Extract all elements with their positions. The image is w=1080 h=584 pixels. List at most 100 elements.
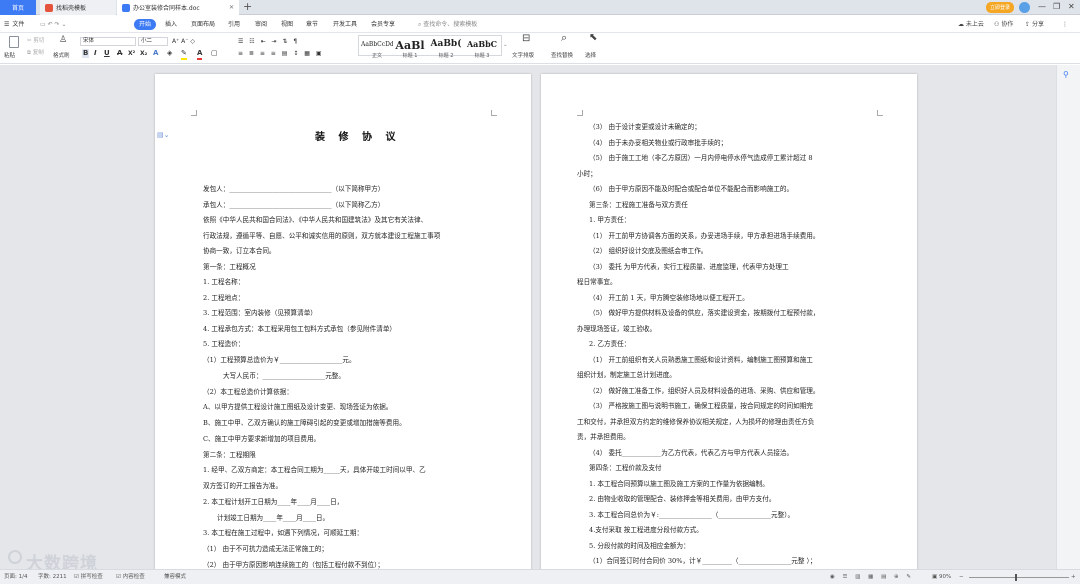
page-2[interactable]: （3） 由于设计变更或设计未确定的； （4） 由于未办妥相关物业或行政审批手续的；… — [541, 74, 917, 569]
text-line: 工和交付，并承担双方约定的维修保养协议相关规定，人为损坏的修理由责任方负 — [577, 418, 815, 426]
text-line: 1. 本工程合同预算以施工图及施工方案的工作量为依据编制。 — [589, 480, 769, 488]
home-tab[interactable]: 首页 — [0, 0, 36, 15]
paste-button[interactable]: 粘贴 — [4, 52, 15, 60]
tab-template[interactable]: 找稻壳模板 — [40, 0, 116, 15]
menu-page-layout[interactable]: 页面布局 — [188, 19, 218, 30]
avatar[interactable] — [1019, 2, 1030, 13]
text-line: 3. 工程范围：室内装修（见预算清单） — [203, 309, 317, 317]
more-icon[interactable]: ⋮ — [1062, 19, 1068, 30]
maximize-icon[interactable]: ❐ — [1053, 2, 1060, 11]
zoom-icon: ▣ — [932, 574, 938, 580]
page-1[interactable]: ▤⌄ 装 修 协 议 发包人：_________________________… — [155, 74, 531, 569]
cut-label: 剪切 — [33, 38, 45, 44]
menu-developer[interactable]: 开发工具 — [330, 19, 360, 30]
collab-label: 协作 — [1001, 21, 1014, 28]
bold-icon[interactable]: B — [82, 49, 90, 58]
word-count[interactable]: 字数: 2211 — [38, 573, 67, 582]
text-line: （2）本工程总造价计算依据： — [203, 388, 293, 396]
zoom-label: 90% — [938, 574, 952, 580]
text-line: 程日常事宜。 — [577, 278, 617, 286]
spell-check[interactable]: ☑ 拼写检查 — [74, 573, 103, 582]
new-tab-button[interactable]: + — [243, 1, 252, 13]
text-line: 2. 工程地点： — [203, 294, 245, 302]
grow-shrink-font-icon[interactable]: A⁺ A⁻ ◇ — [172, 37, 195, 46]
text-line: 1. 甲方责任： — [589, 216, 631, 224]
menu-home[interactable]: 开始 — [134, 19, 156, 30]
close-window-icon[interactable]: ✕ — [1068, 2, 1075, 11]
list-icons[interactable]: ☰ ☷ ⇤ ⇥ ⇅ ¶ — [238, 37, 299, 46]
text-line: C、施工中甲方要求新增加的项目费用。 — [203, 435, 321, 443]
find-replace-button[interactable]: 查找替换 — [551, 52, 573, 60]
font-name-select[interactable]: 宋体 — [80, 37, 136, 46]
menu-bar: ☰ 文件 ▭ ↶ ↷ ⌄ 开始 插入 页面布局 引用 审阅 视图 章节 开发工具… — [0, 16, 1080, 33]
login-button[interactable]: 立即登录 — [986, 2, 1015, 13]
subscript-icon[interactable]: X₂ — [140, 49, 147, 58]
page-indicator[interactable]: 页面: 1/4 — [4, 573, 27, 582]
text-line: 第一条：工程概况 — [203, 263, 256, 271]
text-line: （4） 由于未办妥相关物业或行政审批手续的； — [589, 139, 728, 147]
text-line: （1） 开工前组织有关人员熟悉施工图纸和设计资料，编制施工图预算和施工 — [589, 356, 813, 364]
zoom-slider-thumb[interactable] — [1015, 574, 1017, 581]
cloud-icon: ☁ — [958, 21, 964, 28]
file-menu[interactable]: ☰ 文件 — [4, 19, 24, 30]
text-line: 4. 工程承包方式：本工程采用包工包料方式承包（参见附件清单） — [203, 325, 397, 333]
paste-icon[interactable] — [9, 36, 19, 48]
menu-review[interactable]: 审阅 — [252, 19, 270, 30]
style-heading1-preview[interactable]: AaBl — [395, 39, 425, 52]
cut-button[interactable]: ✂ 剪切 — [27, 37, 44, 45]
menu-insert[interactable]: 插入 — [162, 19, 180, 30]
home-tab-label: 首页 — [11, 5, 24, 12]
tab-document[interactable]: 办公室装修合同样本.doc ✕ — [117, 0, 239, 15]
copy-button[interactable]: ⧉ 复制 — [27, 49, 44, 57]
text-effect-icon[interactable]: A — [153, 49, 158, 58]
collab-button[interactable]: ⚇ 协作 — [994, 19, 1013, 30]
share-button[interactable]: ⇪ 分享 — [1025, 19, 1044, 30]
close-tab-icon[interactable]: ✕ — [229, 4, 234, 11]
view-mode-icons[interactable]: ◉ ☰ ▥ ▦ ▤ ⊕ ✎ — [830, 573, 914, 582]
style-gallery-more-icon[interactable]: ⌄ — [503, 41, 508, 49]
margin-mark — [577, 110, 583, 116]
clear-format-icon[interactable]: ◈ — [167, 49, 172, 58]
char-border-icon[interactable]: ▢ — [211, 49, 218, 58]
zoom-level[interactable]: ▣ 90% — [932, 573, 951, 582]
style-heading2-preview[interactable]: AaBb( — [429, 39, 463, 49]
paragraph-option-icon[interactable]: ▤⌄ — [157, 131, 169, 139]
search-icon: ⌕ — [418, 21, 422, 28]
text-line: 5. 分段付款的时间及相应金额为： — [589, 542, 690, 550]
menu-references[interactable]: 引用 — [225, 19, 243, 30]
align-icons[interactable]: ≡ ≣ ≡ ≡ ▤ ↕ ▦ ▣ — [238, 49, 324, 58]
text-line: 小时； — [577, 170, 597, 178]
text-line: 双方签订的开工报告为准。 — [203, 482, 283, 490]
location-pin-icon[interactable]: ⚲ — [1063, 70, 1069, 79]
quick-access-icons[interactable]: ▭ ↶ ↷ ⌄ — [40, 19, 66, 30]
command-search[interactable]: ⌕ 查找命令、搜索模板 — [418, 19, 477, 30]
text-line: 计划竣工日期为____年____月____日。 — [217, 514, 330, 522]
underline-icon[interactable]: U — [104, 49, 110, 58]
menu-view[interactable]: 视图 — [278, 19, 296, 30]
strikethrough-icon[interactable]: A — [117, 49, 122, 58]
highlight-icon[interactable]: ✎ — [181, 49, 187, 60]
spell-check-label: 拼写检查 — [80, 574, 103, 580]
style-heading3-label: 标题 3 — [474, 53, 490, 59]
text-line: （4） 委托____________为乙方代表，代表乙方与甲方代表人员接洽。 — [589, 449, 794, 457]
text-line: 4.支付采取 按工程进度分段付款方式。 — [589, 526, 703, 534]
tab-label: 办公室装修合同样本.doc — [133, 5, 200, 12]
menu-section[interactable]: 章节 — [303, 19, 321, 30]
format-painter-button[interactable]: 格式刷 — [53, 52, 70, 60]
content-check[interactable]: ☑ 内容检查 — [116, 573, 145, 582]
select-button[interactable]: 选择 — [585, 52, 596, 60]
style-heading3-preview[interactable]: AaBbC — [465, 39, 499, 49]
minimize-icon[interactable]: — — [1038, 2, 1046, 11]
text-layout-button[interactable]: 文字排版 — [512, 52, 534, 60]
zoom-out-icon[interactable]: − — [959, 573, 964, 582]
style-normal-preview[interactable]: AaBbCcDd — [361, 41, 393, 48]
menu-member[interactable]: 会员专享 — [368, 19, 398, 30]
font-size-select[interactable]: 小二 — [138, 37, 168, 46]
cloud-status[interactable]: ☁ 未上云 — [958, 19, 984, 30]
font-color-icon[interactable]: A — [197, 49, 203, 60]
document-canvas[interactable]: ▤⌄ 装 修 协 议 发包人：_________________________… — [0, 65, 1056, 569]
italic-icon[interactable]: I — [94, 49, 97, 58]
superscript-icon[interactable]: X² — [128, 49, 135, 58]
zoom-in-icon[interactable]: + — [1071, 573, 1076, 582]
zoom-slider[interactable] — [969, 577, 1069, 578]
